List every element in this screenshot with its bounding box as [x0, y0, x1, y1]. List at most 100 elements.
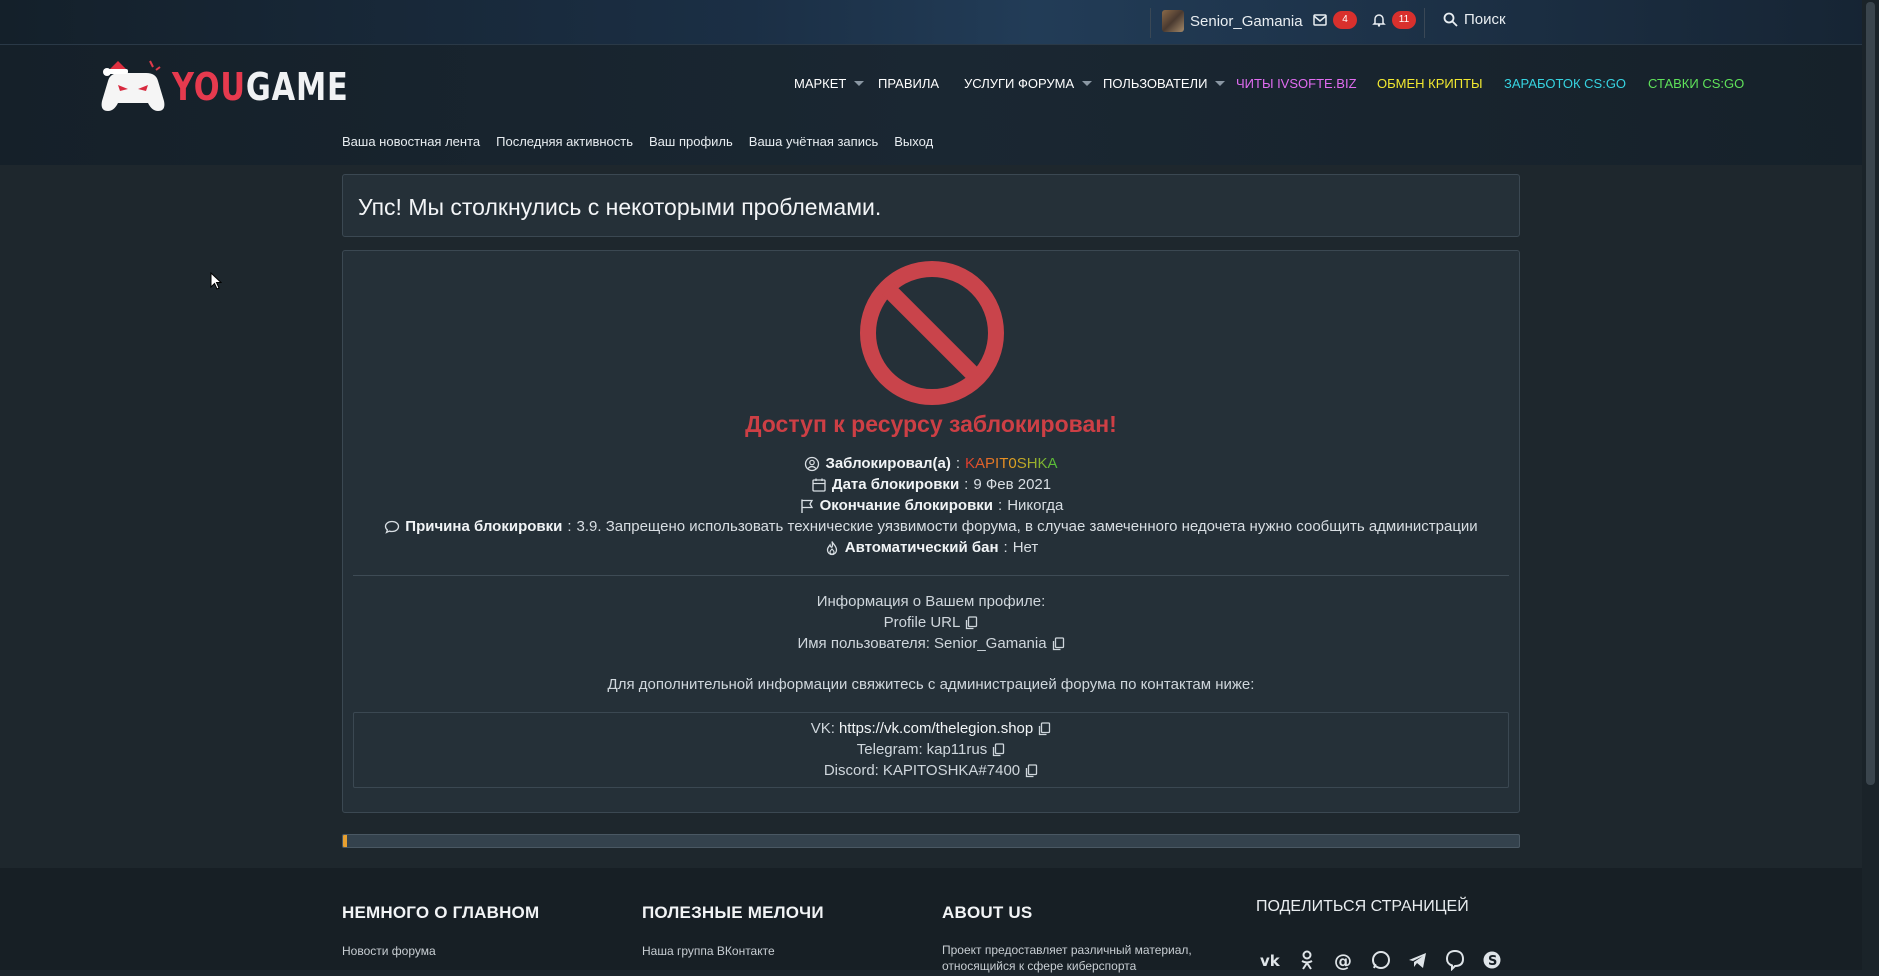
divider [353, 575, 1509, 576]
block-reason-value: 3.9. Запрещено использовать технические … [576, 518, 1478, 535]
auto-ban-label: Автоматический бан [844, 539, 999, 556]
calendar-icon [812, 478, 826, 492]
blocked-by-label: Заблокировал(а) [825, 455, 951, 472]
chevron-down-icon[interactable] [1215, 81, 1226, 86]
footer-link-vk-group[interactable]: Наша группа ВКонтакте [642, 944, 824, 958]
subnav-news-feed[interactable]: Ваша новостная лента [342, 134, 480, 149]
nav-item-cheats[interactable]: ЧИТЫ IVSOFTE.BIZ [1236, 76, 1357, 91]
copy-icon[interactable] [1051, 636, 1065, 651]
viber-icon[interactable] [1443, 949, 1467, 972]
messages-badge: 4 [1333, 11, 1357, 29]
search-label: Поиск [1464, 11, 1506, 28]
skype-icon[interactable]: S [1480, 949, 1504, 971]
divider [1150, 8, 1151, 38]
svg-text:S: S [1488, 954, 1497, 969]
ban-title: Доступ к ресурсу заблокирован! [745, 411, 1117, 437]
username: Senior_Gamania [1190, 12, 1303, 30]
top-bar: Senior_Gamania 4 11 Поиск [0, 0, 1879, 45]
footer-column-main: НЕМНОГО О ГЛАВНОМ Новости форума [342, 903, 539, 958]
vk-link[interactable]: https://vk.com/thelegion.shop [839, 718, 1033, 739]
nav-item-market[interactable]: МАРКЕТ [794, 76, 865, 91]
profile-username-value: Senior_Gamania [933, 635, 1047, 652]
block-date-row: Дата блокировки: 9 Фев 2021 [343, 474, 1519, 495]
nav-item-crypto[interactable]: ОБМЕН КРИПТЫ [1377, 76, 1483, 91]
contact-discord-row: Discord: KAPITOSHKA#7400 [354, 760, 1508, 781]
block-end-value: Никогда [1007, 497, 1064, 514]
error-notice: Упс! Мы столкнулись с некоторыми проблем… [342, 174, 1520, 237]
scrollbar-thumb[interactable] [1866, 2, 1875, 785]
blocked-by-value[interactable]: KAPIT0SHKA [965, 453, 1058, 474]
profile-url-row: Profile URL [343, 612, 1519, 633]
mouse-cursor-icon [210, 272, 222, 290]
vk-icon[interactable]: vk [1258, 949, 1282, 971]
odnoklassniki-icon[interactable] [1295, 949, 1319, 971]
nav-item-users[interactable]: ПОЛЬЗОВАТЕЛИ [1103, 76, 1226, 91]
footer-about-text: Проект предоставляет различный материал,… [942, 943, 1192, 973]
search-icon [1443, 12, 1458, 27]
subnav-account[interactable]: Ваша учётная запись [749, 134, 878, 149]
copy-icon[interactable] [1024, 763, 1038, 778]
copy-icon[interactable] [991, 742, 1005, 757]
footer-column-useful: ПОЛЕЗНЫЕ МЕЛОЧИ Наша группа ВКонтакте [642, 903, 824, 958]
share-heading: ПОДЕЛИТЬСЯ СТРАНИЦЕЙ [1256, 898, 1469, 915]
chevron-down-icon[interactable] [1082, 81, 1093, 86]
subnav-latest-activity[interactable]: Последняя активность [496, 134, 633, 149]
avatar [1162, 10, 1184, 32]
chevron-down-icon[interactable] [854, 81, 865, 86]
site-footer: НЕМНОГО О ГЛАВНОМ Новости форума ПОЛЕЗНЫ… [0, 868, 1879, 973]
contact-vk-row: VK: https://vk.com/thelegion.shop [354, 718, 1508, 739]
search-button[interactable]: Поиск [1443, 11, 1506, 28]
footer-heading: ABOUT US [942, 903, 1033, 922]
vk-label: VK: [810, 720, 835, 737]
telegram-icon[interactable] [1406, 949, 1430, 971]
alerts-badge: 11 [1392, 11, 1416, 29]
share-buttons: vk @ S [1258, 949, 1504, 972]
auto-ban-value: Нет [1012, 539, 1039, 556]
discord-value: KAPITOSHKA#7400 [882, 762, 1021, 779]
notice-title: Упс! Мы столкнулись с некоторыми проблем… [358, 194, 882, 220]
divider [1424, 8, 1425, 38]
messages-button[interactable]: 4 [1313, 11, 1357, 29]
flag-icon [800, 499, 813, 513]
block-end-row: Окончание блокировки: Никогда [343, 495, 1519, 516]
logo-text: YOUGAME [172, 65, 349, 109]
profile-username-row: Имя пользователя: Senior_Gamania [343, 633, 1519, 654]
subnav-profile[interactable]: Ваш профиль [649, 134, 733, 149]
blocked-by-row: Заблокировал(а): KAPIT0SHKA [343, 453, 1519, 474]
profile-username-label: Имя пользователя: [797, 635, 930, 652]
site-logo[interactable]: YOUGAME [100, 55, 393, 119]
footer-link-news[interactable]: Новости форума [342, 944, 539, 958]
forbidden-icon [860, 261, 1004, 405]
email-icon[interactable]: @ [1332, 949, 1356, 972]
page-scrollbar[interactable] [1862, 0, 1879, 970]
nav-item-bets-csgo[interactable]: СТАВКИ CS:GO [1648, 76, 1744, 91]
copy-icon[interactable] [1037, 721, 1051, 736]
block-reason-label: Причина блокировки [405, 518, 563, 535]
nav-item-earn-csgo[interactable]: ЗАРАБОТОК CS:GO [1504, 76, 1626, 91]
subnav-logout[interactable]: Выход [894, 134, 933, 149]
copy-icon[interactable] [964, 615, 978, 630]
ban-details: Заблокировал(а): KAPIT0SHKA Дата блокиро… [343, 453, 1519, 558]
comment-icon [385, 520, 400, 534]
block-date-value: 9 Фев 2021 [973, 476, 1052, 493]
footer-column-about: ABOUT US Проект предоставляет различный … [942, 903, 1202, 974]
fire-icon [826, 540, 837, 555]
user-menu[interactable]: Senior_Gamania [1162, 10, 1303, 32]
user-circle-icon [805, 456, 820, 471]
ban-panel: Доступ к ресурсу заблокирован! Заблокиро… [342, 250, 1520, 813]
nav-item-rules[interactable]: ПРАВИЛА [878, 76, 939, 91]
nav-item-services[interactable]: УСЛУГИ ФОРУМА [964, 76, 1093, 91]
telegram-value: kap11rus [926, 741, 988, 758]
discord-label: Discord: [823, 762, 879, 779]
footer-heading: ПОЛЕЗНЫЕ МЕЛОЧИ [642, 903, 824, 922]
whatsapp-icon[interactable] [1369, 949, 1393, 971]
alerts-button[interactable]: 11 [1372, 11, 1416, 29]
progress-bar [342, 834, 1520, 848]
block-reason-row: Причина блокировки: 3.9. Запрещено испол… [343, 516, 1519, 537]
gamepad-logo-icon [101, 60, 165, 111]
envelope-icon [1313, 14, 1327, 26]
block-date-label: Дата блокировки [831, 476, 960, 493]
telegram-label: Telegram: [856, 741, 923, 758]
profile-url-label[interactable]: Profile URL [884, 612, 961, 633]
footer-heading: НЕМНОГО О ГЛАВНОМ [342, 903, 540, 922]
